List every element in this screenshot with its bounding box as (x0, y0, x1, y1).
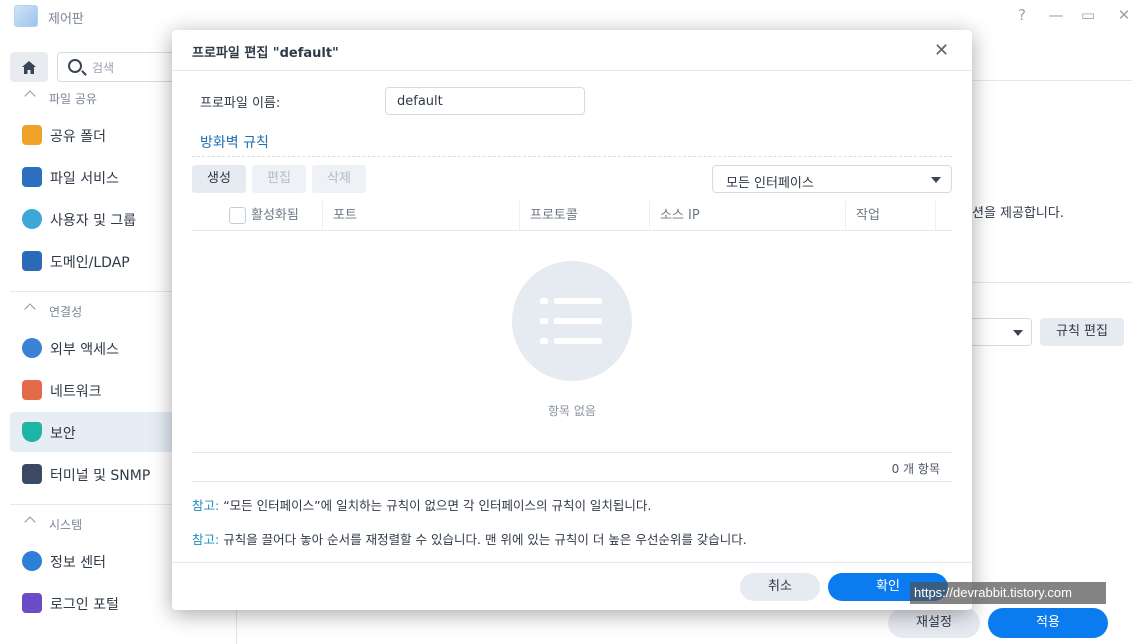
external-access-icon (22, 338, 42, 358)
firewall-rules-title: 방화벽 규칙 (200, 135, 269, 151)
interface-select-value: 모든 인터페이스 (726, 176, 814, 191)
divider (972, 80, 1132, 81)
delete-button[interactable]: 삭제 (312, 165, 366, 193)
info-icon (22, 551, 42, 571)
section-label: 파일 공유 (49, 92, 97, 106)
cancel-button[interactable]: 취소 (740, 573, 820, 601)
home-button[interactable] (10, 52, 48, 82)
edit-button[interactable]: 편집 (252, 165, 306, 193)
chevron-up-icon (24, 516, 36, 528)
caret-down-icon (931, 177, 941, 183)
note-text: 규칙을 끌어다 놓아 순서를 재정렬할 수 있습니다. 맨 위에 있는 규칙이 … (219, 532, 747, 547)
rules-table-header: 활성화됨 포트 프로토콜 소스 IP 작업 (192, 201, 952, 231)
divider (192, 452, 952, 453)
chevron-up-icon (24, 303, 36, 315)
profile-name-input[interactable] (385, 87, 585, 115)
reset-button[interactable]: 재설정 (888, 608, 980, 638)
minimize-icon[interactable]: — (1046, 6, 1066, 24)
note-key: 참고: (192, 532, 220, 547)
close-icon[interactable]: ✕ (934, 40, 949, 61)
profile-select[interactable] (972, 318, 1032, 346)
close-window-icon[interactable]: ✕ (1114, 6, 1134, 24)
edit-rules-button[interactable]: 규칙 편집 (1040, 318, 1124, 346)
help-icon[interactable]: ? (1012, 6, 1032, 24)
folder-icon (22, 125, 42, 145)
background-description: 션을 제공합니다. (972, 206, 1064, 221)
users-icon (22, 209, 42, 229)
terminal-icon (22, 464, 42, 484)
domain-icon (22, 251, 42, 271)
interface-select[interactable]: 모든 인터페이스 (712, 165, 952, 193)
item-count: 0 개 항목 (891, 462, 940, 476)
note-1: 참고: “모든 인터페이스”에 일치하는 규칙이 없으면 각 인터페이스의 규칙… (192, 495, 651, 514)
search-icon (68, 59, 82, 73)
column-action[interactable]: 작업 (845, 201, 935, 231)
dialog-header: 프로파일 편집 "default" ✕ (172, 30, 972, 71)
caret-down-icon (1013, 330, 1023, 336)
column-enabled[interactable]: 활성화됨 (241, 201, 322, 231)
create-button[interactable]: 생성 (192, 165, 246, 193)
dialog-title: 프로파일 편집 "default" (192, 46, 339, 61)
drag-handle-column (192, 201, 209, 231)
list-icon (540, 298, 602, 344)
divider (192, 156, 952, 157)
control-panel-icon (14, 5, 38, 27)
shield-icon (22, 422, 42, 442)
section-label: 시스템 (49, 518, 83, 532)
divider (972, 282, 1132, 283)
login-portal-icon (22, 593, 42, 613)
maximize-icon[interactable]: ▭ (1078, 6, 1098, 24)
home-icon (22, 60, 36, 74)
note-key: 참고: (192, 498, 220, 513)
title-bar: 제어판 ? — ▭ ✕ (0, 0, 1146, 34)
empty-state-text: 항목 없음 (548, 404, 596, 418)
divider (192, 481, 952, 482)
search-placeholder: 검색 (92, 61, 115, 75)
column-source-ip[interactable]: 소스 IP (649, 201, 845, 231)
column-port[interactable]: 포트 (322, 201, 519, 231)
column-spacer (935, 201, 952, 231)
chevron-up-icon (24, 90, 36, 102)
column-protocol[interactable]: 프로토콜 (519, 201, 649, 231)
note-2: 참고: 규칙을 끌어다 놓아 순서를 재정렬할 수 있습니다. 맨 위에 있는 … (192, 529, 747, 548)
section-label: 연결성 (49, 305, 83, 319)
divider (172, 562, 972, 563)
network-icon (22, 380, 42, 400)
apply-button[interactable]: 적용 (988, 608, 1108, 638)
file-services-icon (22, 167, 42, 187)
note-text: “모든 인터페이스”에 일치하는 규칙이 없으면 각 인터페이스의 규칙이 일치… (219, 498, 652, 513)
app-title: 제어판 (48, 12, 84, 27)
edit-profile-dialog: 프로파일 편집 "default" ✕ 프로파일 이름: 방화벽 규칙 생성 편… (172, 30, 972, 610)
watermark: https://devrabbit.tistory.com (910, 582, 1106, 604)
profile-name-label: 프로파일 이름: (200, 96, 281, 111)
